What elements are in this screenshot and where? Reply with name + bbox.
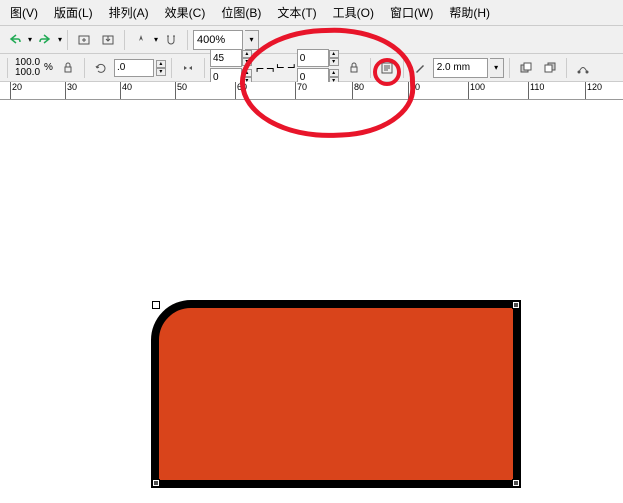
- corner-shape-indicator: ⌐⌐: [256, 60, 274, 76]
- handle-bottom-right[interactable]: [513, 480, 519, 486]
- rotation-icon: [90, 57, 112, 79]
- stroke-width-input[interactable]: [433, 58, 488, 78]
- menu-effects[interactable]: 效果(C): [159, 2, 212, 23]
- menu-arrange[interactable]: 排列(A): [103, 2, 155, 23]
- corner-tl-input[interactable]: [210, 49, 242, 67]
- handle-top-right[interactable]: [513, 302, 519, 308]
- stroke-dropdown[interactable]: ▾: [490, 58, 504, 78]
- horizontal-ruler[interactable]: 20 30 40 50 60 70 80 90 100 110 120: [0, 82, 623, 100]
- to-back-button[interactable]: [539, 57, 561, 79]
- menu-view[interactable]: 图(V): [4, 2, 44, 23]
- rotation-input[interactable]: [114, 59, 154, 77]
- menu-bitmap[interactable]: 位图(B): [215, 2, 267, 23]
- menu-text[interactable]: 文本(T): [271, 2, 322, 23]
- snap-button[interactable]: [160, 29, 182, 51]
- menu-help[interactable]: 帮助(H): [443, 2, 496, 23]
- menu-layout[interactable]: 版面(L): [48, 2, 99, 23]
- handle-top-left[interactable]: [153, 302, 159, 308]
- rotation-down[interactable]: ▾: [156, 68, 166, 76]
- handle-bottom-left[interactable]: [153, 480, 159, 486]
- scale-y-value: 100.0: [15, 68, 40, 78]
- export-button[interactable]: [97, 29, 119, 51]
- mirror-h-button[interactable]: [177, 57, 199, 79]
- corner-tr-input[interactable]: [297, 49, 329, 67]
- menu-bar: 图(V) 版面(L) 排列(A) 效果(C) 位图(B) 文本(T) 工具(O)…: [0, 0, 623, 26]
- scale-x-value: 100.0: [15, 58, 40, 68]
- redo-button[interactable]: [34, 29, 56, 51]
- menu-tools[interactable]: 工具(O): [327, 2, 380, 23]
- rounded-rect-shape[interactable]: [155, 304, 517, 484]
- selected-rectangle[interactable]: [151, 300, 521, 488]
- lock-ratio-button[interactable]: [57, 57, 79, 79]
- corner-lock-button[interactable]: [343, 57, 365, 79]
- percent-label: %: [44, 62, 53, 73]
- rotation-up[interactable]: ▴: [156, 60, 166, 68]
- menu-window[interactable]: 窗口(W): [384, 2, 439, 23]
- drawing-canvas[interactable]: [0, 100, 623, 500]
- to-front-button[interactable]: [515, 57, 537, 79]
- undo-button[interactable]: [4, 29, 26, 51]
- launch-button[interactable]: [130, 29, 152, 51]
- outline-pen-icon: [409, 57, 431, 79]
- convert-curves-button[interactable]: [572, 57, 594, 79]
- zoom-level-input[interactable]: [193, 30, 243, 50]
- zoom-dropdown[interactable]: ▾: [245, 30, 259, 50]
- property-bar: 100.0 100.0 % ▴▾ ▴▾ ▴▾ ⌐⌐ ⌐⌐ ▴▾ ▴▾ ▾: [0, 54, 623, 82]
- corner-shape-indicator-2: ⌐⌐: [276, 60, 294, 76]
- import-button[interactable]: [73, 29, 95, 51]
- wrap-text-button[interactable]: [376, 57, 398, 79]
